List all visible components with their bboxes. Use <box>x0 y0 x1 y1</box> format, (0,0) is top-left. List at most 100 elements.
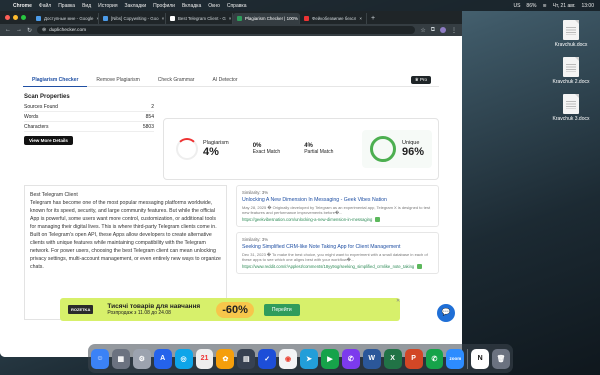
url-text: duplichecker.com <box>49 27 87 33</box>
tab-title: Доступные мне - Google <box>44 16 94 21</box>
window-controls <box>5 15 26 20</box>
bookmark-star-icon[interactable]: ☆ <box>420 27 425 34</box>
close-tab-icon[interactable]: × <box>229 16 232 21</box>
copy-icon[interactable] <box>417 264 423 269</box>
calculator-icon[interactable]: ▤ <box>237 348 256 369</box>
minimize-window-button[interactable] <box>13 15 18 20</box>
tab-check-grammar[interactable]: Check Grammar <box>149 73 204 87</box>
site-info-icon[interactable]: ⊜ <box>42 28 46 33</box>
source-title-link[interactable]: Unlocking A New Dimension In Messaging -… <box>242 197 433 203</box>
results-summary: Plagiarism 4% 0% Exact Match 4% Partial … <box>163 118 439 180</box>
menu-item-tab[interactable]: Вкладка <box>182 3 201 9</box>
menu-bar: Chrome Файл Правка Вид История Закладки … <box>0 0 600 11</box>
ad-headline: Тисячі товарів для навчання <box>107 303 201 310</box>
menu-item-help[interactable]: Справка <box>227 3 247 9</box>
trash-icon[interactable]: 🗑 <box>492 348 511 369</box>
desktop-file[interactable]: Kravchuk 3.docx <box>551 94 591 122</box>
chat-bubble-icon[interactable]: 💬 <box>437 304 455 322</box>
scan-row: Sources Found 2 <box>24 102 154 112</box>
telegram-icon[interactable]: ➤ <box>300 348 318 369</box>
excel-icon[interactable]: X <box>383 348 402 369</box>
browser-tab[interactable]: Фейкобезвипие безсл × <box>300 13 367 24</box>
extensions-icon[interactable]: ⧉ <box>431 27 435 34</box>
profile-avatar[interactable] <box>440 27 446 33</box>
tasks-icon[interactable]: ✓ <box>258 348 277 369</box>
browser-tab[interactable]: Best Telegram Client - G × <box>166 13 233 24</box>
finder-icon[interactable]: ☺ <box>91 348 109 369</box>
safari-icon[interactable]: ◎ <box>174 348 193 369</box>
menu-app-name[interactable]: Chrome <box>13 3 32 9</box>
tab-plagiarism-checker[interactable]: Plagiarism Checker <box>23 73 88 87</box>
ad-close-icon[interactable]: ✕ <box>396 298 400 304</box>
tab-title: [Nibs] Copywriting - Goo <box>111 16 159 21</box>
source-match: Similarity: 3% Seeking Simplified CRM-li… <box>236 232 439 274</box>
zoom-window-button[interactable] <box>21 15 26 20</box>
source-title-link[interactable]: Seeking Simplified CRM-like Note Taking … <box>242 244 433 250</box>
url-field[interactable]: ⊜ duplichecker.com <box>37 26 416 34</box>
wifi-icon[interactable]: ≋ <box>542 3 546 9</box>
menu-item-view[interactable]: Вид <box>82 3 91 9</box>
view-more-details-button[interactable]: View More Details <box>24 136 73 145</box>
word-icon[interactable]: W <box>362 348 381 369</box>
browser-tab[interactable]: [Nibs] Copywriting - Goo × <box>99 13 166 24</box>
unique-metric: Unique 96% <box>361 130 432 168</box>
time-label[interactable]: 13:00 <box>581 3 594 9</box>
menu-item-history[interactable]: История <box>98 3 117 9</box>
launchpad-icon[interactable]: ▦ <box>111 348 130 369</box>
ad-banner[interactable]: ROZETKA Тисячі товарів для навчання Розп… <box>60 298 400 321</box>
battery-status[interactable]: 86% <box>526 3 536 9</box>
facetime-icon[interactable]: ▶ <box>320 348 339 369</box>
photos-icon[interactable]: ✿ <box>216 348 235 369</box>
menu-item-edit[interactable]: Правка <box>58 3 75 9</box>
close-tab-icon[interactable]: × <box>162 16 165 21</box>
forward-icon[interactable]: → <box>16 27 22 33</box>
desktop-file[interactable]: Kravchuk 2.docx <box>551 57 591 85</box>
text-paragraph: Built on Telegram's open API, these Apps… <box>30 232 221 270</box>
document-icon <box>563 20 579 40</box>
source-url[interactable]: https://geekvibesnation.com/unlocking-a-… <box>242 217 372 222</box>
source-url[interactable]: https://www.reddit.com/r/ApplesI/comment… <box>242 264 414 269</box>
tab-ai-detector[interactable]: AI Detector <box>203 73 246 87</box>
desktop-file-label: Kravchuk 2.docx <box>552 79 590 85</box>
menu-item-file[interactable]: Файл <box>39 3 51 9</box>
dock-separator <box>467 348 469 369</box>
calendar-icon[interactable]: 21 <box>195 348 214 369</box>
exact-match-metric: 0% Exact Match <box>241 143 293 155</box>
ad-discount: -60% <box>216 301 254 318</box>
menu-kebab-icon[interactable]: ⋮ <box>451 27 457 34</box>
menu-item-bookmarks[interactable]: Закладки <box>125 3 147 9</box>
app-store-icon[interactable]: A <box>153 348 172 369</box>
menu-item-profiles[interactable]: Профили <box>153 3 175 9</box>
scan-row: Characters 5803 <box>24 122 154 132</box>
document-icon <box>563 94 579 114</box>
back-icon[interactable]: ← <box>5 27 11 33</box>
tab-remove-plagiarism[interactable]: Remove Plagiarism <box>87 73 148 87</box>
desktop-file[interactable]: Kravchuk.docx <box>551 20 591 48</box>
browser-tab[interactable]: Доступные мне - Google × <box>32 13 99 24</box>
pro-button[interactable]: ♛ Pro <box>410 75 431 84</box>
notion-icon[interactable]: N <box>471 348 490 369</box>
text-heading: Best Telegram Client <box>30 192 78 198</box>
input-source[interactable]: US <box>513 3 520 9</box>
zoom-icon[interactable]: zoom <box>446 348 465 369</box>
new-tab-button[interactable]: + <box>367 13 379 24</box>
whatsapp-icon[interactable]: ✆ <box>425 348 444 369</box>
ad-cta-button[interactable]: Перейти <box>263 303 300 316</box>
source-url-row: https://www.reddit.com/r/ApplesI/comment… <box>242 264 433 269</box>
ad-brand-logo: ROZETKA <box>68 305 94 314</box>
close-window-button[interactable] <box>5 15 10 20</box>
reload-icon[interactable]: ↻ <box>27 27 32 34</box>
date-label[interactable]: Чт, 21 авг. <box>553 3 576 9</box>
viber-icon[interactable]: ✆ <box>341 348 360 369</box>
system-settings-icon[interactable]: ⚙ <box>132 348 151 369</box>
menu-item-window[interactable]: Окно <box>208 3 220 9</box>
copy-icon[interactable] <box>375 217 381 222</box>
powerpoint-icon[interactable]: P <box>404 348 423 369</box>
chrome-icon[interactable]: ◉ <box>279 348 298 369</box>
partial-match-label: Partial Match <box>304 149 334 155</box>
close-tab-icon[interactable]: × <box>359 16 362 21</box>
scan-row-value: 854 <box>145 113 154 120</box>
scan-properties-panel: Scan Properties Sources Found 2 Words 85… <box>24 94 154 178</box>
browser-tab-active[interactable]: Plagiarism Checker | 100% × <box>233 13 300 24</box>
drive-icon <box>36 16 41 21</box>
